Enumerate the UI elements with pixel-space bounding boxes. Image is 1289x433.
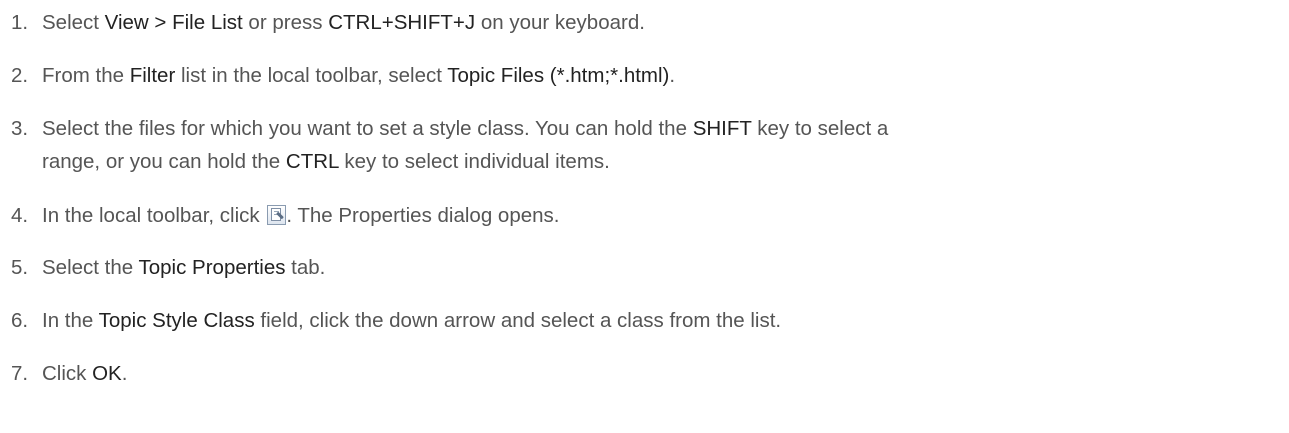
- keyboard-shortcut: CTRL+SHIFT+J: [328, 11, 476, 34]
- step-number: 3.: [11, 117, 29, 140]
- text-run: field, click the down arrow and select a…: [254, 309, 782, 332]
- text-run: key to select individual items.: [338, 150, 610, 173]
- ui-term-topic-files: Topic Files (*.htm;*.html): [447, 64, 670, 87]
- ui-term-topic-style-class: Topic Style Class: [98, 309, 255, 332]
- step-number: 4.: [11, 204, 29, 227]
- text-run: In the local toolbar, click: [42, 204, 266, 227]
- properties-icon: [267, 205, 287, 225]
- step-text: Select the Topic Properties tab.: [42, 251, 1282, 284]
- text-run: on your keyboard.: [475, 11, 645, 34]
- step-text-line-2: range, or you can hold the CTRL key to s…: [42, 145, 1282, 178]
- ui-term-topic-properties: Topic Properties: [138, 256, 286, 279]
- text-run: key to select a: [751, 117, 889, 140]
- ui-term-filter: Filter: [129, 64, 176, 87]
- text-run: Click: [42, 362, 93, 385]
- step-text: Click OK.: [42, 357, 1282, 390]
- step-text: Select View > File List or press CTRL+SH…: [42, 6, 1282, 39]
- text-run: . The Properties dialog opens.: [286, 204, 560, 227]
- text-run: Select: [42, 11, 105, 34]
- step-text: From the Filter list in the local toolba…: [42, 59, 1282, 92]
- step-number: 1.: [11, 11, 29, 34]
- text-run: tab.: [285, 256, 326, 279]
- step-number: 6.: [11, 309, 29, 332]
- ui-term-ok: OK: [92, 362, 122, 385]
- text-run: .: [121, 362, 128, 385]
- text-run: range, or you can hold the: [42, 150, 286, 173]
- step-number: 7.: [11, 362, 29, 385]
- step-number: 5.: [11, 256, 29, 279]
- text-run: Select the files for which you want to s…: [42, 117, 693, 140]
- text-run: In the: [42, 309, 99, 332]
- text-run: Select the: [42, 256, 139, 279]
- step-text: In the local toolbar, click . The Proper…: [42, 199, 1282, 232]
- step-text: Select the files for which you want to s…: [42, 112, 1282, 178]
- step-number: 2.: [11, 64, 29, 87]
- text-run: list in the local toolbar, select: [175, 64, 448, 87]
- key-shift: SHIFT: [692, 117, 752, 140]
- text-run: From the: [42, 64, 130, 87]
- key-ctrl: CTRL: [285, 150, 339, 173]
- text-run: or press: [242, 11, 329, 34]
- text-run: .: [669, 64, 676, 87]
- ui-term-view-file-list: View > File List: [104, 11, 243, 34]
- step-text: In the Topic Style Class field, click th…: [42, 304, 1282, 337]
- step-text-line-1: Select the files for which you want to s…: [42, 112, 1282, 145]
